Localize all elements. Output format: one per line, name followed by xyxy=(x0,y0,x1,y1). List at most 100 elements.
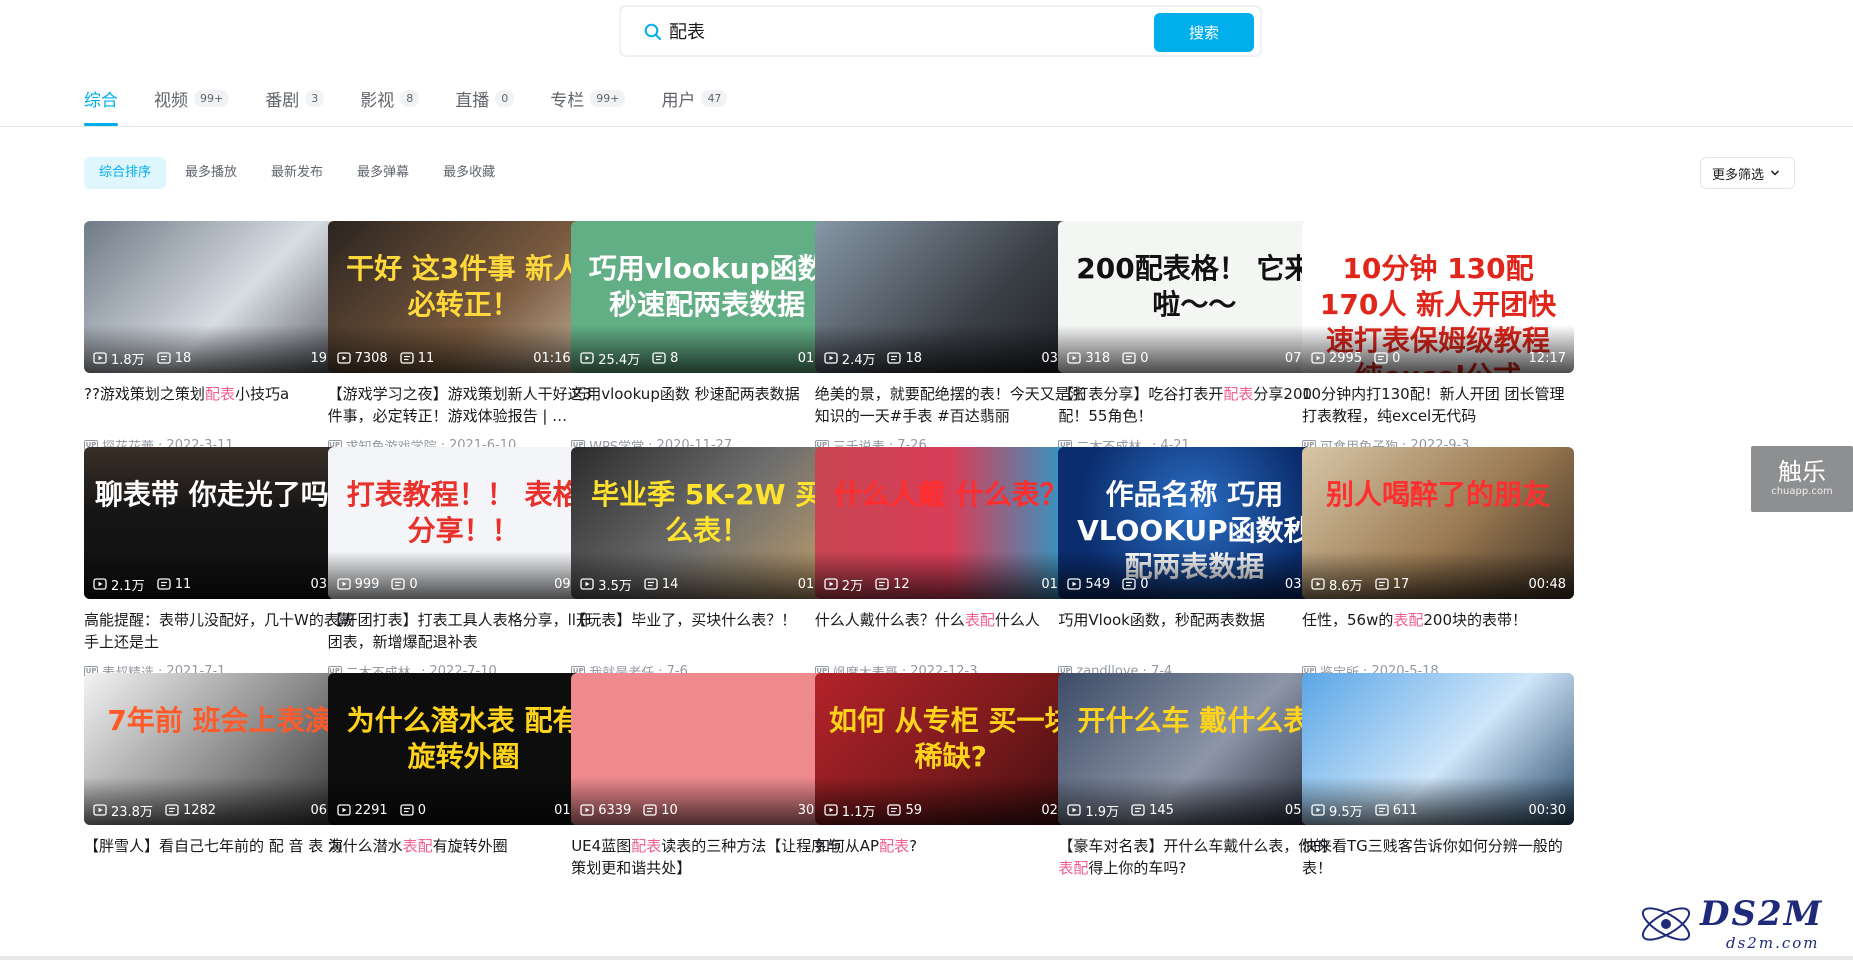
danmaku-count: 10 xyxy=(643,803,678,818)
video-card[interactable]: 7年前 班会上表演23.8万128206:32 【胖雪人】看自己七年前的 配 音 … xyxy=(84,673,356,923)
tab-video[interactable]: 视频 99+ xyxy=(154,86,230,126)
floating-watermark-widget[interactable]: 触乐 chuapp.com xyxy=(1751,446,1853,512)
video-stats: 2.4万1803:02 xyxy=(824,349,1079,368)
play-count: 9.5万 xyxy=(1311,801,1363,820)
video-thumbnail[interactable]: 别人喝醉了的朋友 8.6万 17 00:48 xyxy=(1302,447,1574,599)
video-title[interactable]: 【胖雪人】看自己七年前的 配 音 表 演 xyxy=(84,835,356,879)
search-icon xyxy=(644,23,661,40)
video-card[interactable]: 聊表带 你走光了吗?2.1万1103:23 高能提醒：表带儿没配好，几十W的表戴手… xyxy=(84,447,356,697)
play-count-icon xyxy=(580,352,594,364)
video-card[interactable]: 开什么车 戴什么表1.9万14505:19 【豪车对名表】开什么车戴什么表，你的表… xyxy=(1058,673,1331,923)
video-thumbnail[interactable]: 作品名称 巧用VLOOKUP函数秒配两表数据549003:53 xyxy=(1058,447,1331,599)
sort-most-favorites[interactable]: 最多收藏 xyxy=(428,157,510,189)
more-filter-button[interactable]: 更多筛选 xyxy=(1700,157,1795,189)
video-stats: 318007:50 xyxy=(1067,349,1322,367)
play-count-value: 6339 xyxy=(598,802,632,818)
video-card[interactable]: 干好 这3件事 新人必转正！ 7308 11 01:16:49 【游戏学习之夜】游戏策划… xyxy=(327,221,600,471)
video-thumbnail[interactable]: 9.5万 611 00:30 xyxy=(1302,673,1574,825)
video-title[interactable]: UE4蓝图配表读表的三种方法【让程序与策划更和谐共处】 xyxy=(571,835,843,879)
danmaku-count-value: 14 xyxy=(661,576,679,592)
tab-bangumi[interactable]: 番剧 3 xyxy=(265,86,325,126)
video-thumbnail[interactable]: 开什么车 戴什么表1.9万14505:19 xyxy=(1058,673,1331,825)
danmaku-count-icon xyxy=(165,804,179,816)
video-card[interactable]: 为什么潜水表 配有旋转外圈2291001:33为什么潜水表配有旋转外圈 xyxy=(327,673,600,923)
video-thumbnail[interactable]: 什么人戴 什么表？2万1201:51 xyxy=(814,447,1087,599)
thumbnail-caption: 干好 这3件事 新人必转正！ xyxy=(346,252,582,321)
result-type-tabs: 综合 视频 99+ 番剧 3 影视 8 直播 0 专栏 99+ 用户 47 xyxy=(84,86,763,126)
title-text: 绝美的景，就要配绝摆的表！今天又是涨知识的一天#手表 #百达翡丽 xyxy=(814,385,1085,425)
danmaku-count-icon xyxy=(1122,578,1136,590)
video-card[interactable]: 毕业季 5K-2W 买么表！3.5万1401:00 【玩表】毕业了，买块什么表？！… xyxy=(571,447,844,697)
video-title[interactable]: 快来看TG三贱客告诉你如何分辨一般的表！ xyxy=(1302,835,1574,879)
video-title[interactable]: 高能提醒：表带儿没配好，几十W的表戴手上还是土 xyxy=(84,609,356,653)
sort-default[interactable]: 综合排序 xyxy=(84,157,167,189)
danmaku-count-icon xyxy=(887,352,902,364)
play-count: 549 xyxy=(1067,577,1110,592)
danmaku-count-icon xyxy=(391,578,406,590)
video-thumbnail[interactable]: 7年前 班会上表演23.8万128206:32 xyxy=(84,673,356,825)
video-card[interactable]: 63391030:19UE4蓝图配表读表的三种方法【让程序与策划更和谐共处】 xyxy=(571,673,844,923)
video-thumbnail[interactable]: 200配表格！ 它来啦～～318007:50 xyxy=(1058,221,1331,373)
video-card[interactable]: 200配表格！ 它来啦～～318007:50 【打表分享】吃谷打表开配表分享200… xyxy=(1058,221,1331,471)
danmaku-count-value: 145 xyxy=(1149,802,1174,818)
video-stats: 25.4万801:08 xyxy=(580,349,835,368)
danmaku-count-icon xyxy=(875,578,889,590)
search-input[interactable] xyxy=(669,16,1129,46)
video-thumbnail[interactable]: 如何 从专柜 买一块稀缺?1.1万5902:50 xyxy=(814,673,1087,825)
tab-live[interactable]: 直播 0 xyxy=(455,86,515,126)
video-thumbnail[interactable]: 63391030:19 xyxy=(571,673,844,825)
video-card[interactable]: 9.5万 611 00:30 快来看TG三贱客告诉你如何分辨一般的表！ xyxy=(1302,673,1574,923)
video-title[interactable]: 巧用Vlook函数，秒配两表数据 xyxy=(1058,609,1330,653)
video-thumbnail[interactable]: 聊表带 你走光了吗?2.1万1103:23 xyxy=(84,447,356,599)
video-card[interactable]: 如何 从专柜 买一块稀缺?1.1万5902:50如何从AP配表? xyxy=(814,673,1087,923)
video-card[interactable]: 巧用vlookup函数 秒速配两表数据25.4万801:08巧用vlookup函… xyxy=(571,221,844,471)
video-title[interactable]: 巧用vlookup函数 秒速配两表数据 xyxy=(571,383,843,427)
video-card[interactable]: 打表教程！！ 表格分享！！999009:58 【开团打表】打表工具人表格分享，ll… xyxy=(327,447,600,697)
video-thumbnail[interactable]: 1.8万1819:16 xyxy=(84,221,356,373)
video-title[interactable]: 如何从AP配表? xyxy=(815,835,1087,879)
video-card[interactable]: 10分钟 130配 170人 新人开团快速打表保姆级教程 纯excel公式299… xyxy=(1302,221,1574,471)
video-thumbnail[interactable]: 干好 这3件事 新人必转正！ 7308 11 01:16:49 xyxy=(327,221,600,373)
video-title[interactable]: ??游戏策划之策划配表小技巧a xyxy=(84,383,356,427)
video-title[interactable]: 【打表分享】吃谷打表开配表分享200配！55角色！ xyxy=(1058,383,1330,427)
video-card[interactable]: 什么人戴 什么表？2万1201:51什么人戴什么表？什么表配什么人UP飒摩大表哥… xyxy=(814,447,1087,697)
tab-count: 0 xyxy=(495,90,515,107)
video-title[interactable]: 【游戏学习之夜】游戏策划新人干好这3件事，必定转正！游戏体验报告 | … xyxy=(328,383,600,427)
video-title[interactable]: 绝美的景，就要配绝摆的表！今天又是涨知识的一天#手表 #百达翡丽 xyxy=(815,383,1087,427)
video-title[interactable]: 什么人戴什么表？什么表配什么人 xyxy=(815,609,1087,653)
video-thumbnail[interactable]: 巧用vlookup函数 秒速配两表数据25.4万801:08 xyxy=(571,221,844,373)
video-thumbnail[interactable]: 毕业季 5K-2W 买么表！3.5万1401:00 xyxy=(571,447,844,599)
sort-most-danmaku[interactable]: 最多弹幕 xyxy=(342,157,424,189)
tab-movie[interactable]: 影视 8 xyxy=(360,86,420,126)
tab-article[interactable]: 专栏 99+ xyxy=(550,86,626,126)
tab-all[interactable]: 综合 xyxy=(84,86,118,126)
play-count: 2291 xyxy=(336,803,388,818)
sort-newest[interactable]: 最新发布 xyxy=(256,157,338,189)
play-count: 23.8万 xyxy=(93,801,153,820)
title-keyword-highlight: 配表 xyxy=(631,837,662,855)
play-count-value: 1.1万 xyxy=(841,804,876,820)
video-card[interactable]: 1.8万1819:16??游戏策划之策划配表小技巧aUP探花花蕾 · 2022-… xyxy=(84,221,356,471)
danmaku-count-value: 0 xyxy=(417,802,426,818)
thumbnail-caption: 如何 从专柜 买一块稀缺? xyxy=(829,704,1073,773)
danmaku-count-icon xyxy=(157,578,171,590)
tab-user[interactable]: 用户 47 xyxy=(661,86,728,126)
video-title[interactable]: 【开团打表】打表工具人表格分享，ll开团表，新增爆配退补表 xyxy=(328,609,600,653)
search-button[interactable]: 搜索 xyxy=(1154,13,1254,52)
video-card[interactable]: 作品名称 巧用VLOOKUP函数秒配两表数据549003:53 巧用Vlook函数… xyxy=(1058,447,1331,697)
video-title[interactable]: 【玩表】毕业了，买块什么表？！ xyxy=(571,609,843,653)
play-count-icon xyxy=(580,804,594,816)
video-thumbnail[interactable]: 为什么潜水表 配有旋转外圈2291001:33 xyxy=(327,673,600,825)
video-title[interactable]: 为什么潜水表配有旋转外圈 xyxy=(328,835,600,879)
video-thumbnail[interactable]: 2.4万1803:02 xyxy=(814,221,1087,373)
video-thumbnail[interactable]: 10分钟 130配 170人 新人开团快速打表保姆级教程 纯excel公式299… xyxy=(1302,221,1574,373)
video-title[interactable]: 【豪车对名表】开什么车戴什么表，你的表配得上你的车吗? xyxy=(1058,835,1330,879)
video-stats: 1.9万14505:19 xyxy=(1067,801,1322,820)
video-thumbnail[interactable]: 打表教程！！ 表格分享！！999009:58 xyxy=(327,447,600,599)
sort-most-played[interactable]: 最多播放 xyxy=(170,157,252,189)
video-card[interactable]: 2.4万1803:02 绝美的景，就要配绝摆的表！今天又是涨知识的一天#手表 #百… xyxy=(814,221,1087,471)
video-card[interactable]: 别人喝醉了的朋友8.6万1700:48任性，56w的表配200块的表带！UP鉴宝… xyxy=(1302,447,1574,697)
video-title[interactable]: 任性，56w的表配200块的表带！ xyxy=(1302,609,1574,653)
video-title[interactable]: 10分钟内打130配！新人开团 团长管理打表教程，纯excel无代码 xyxy=(1302,383,1574,427)
tab-label: 番剧 xyxy=(265,91,300,111)
